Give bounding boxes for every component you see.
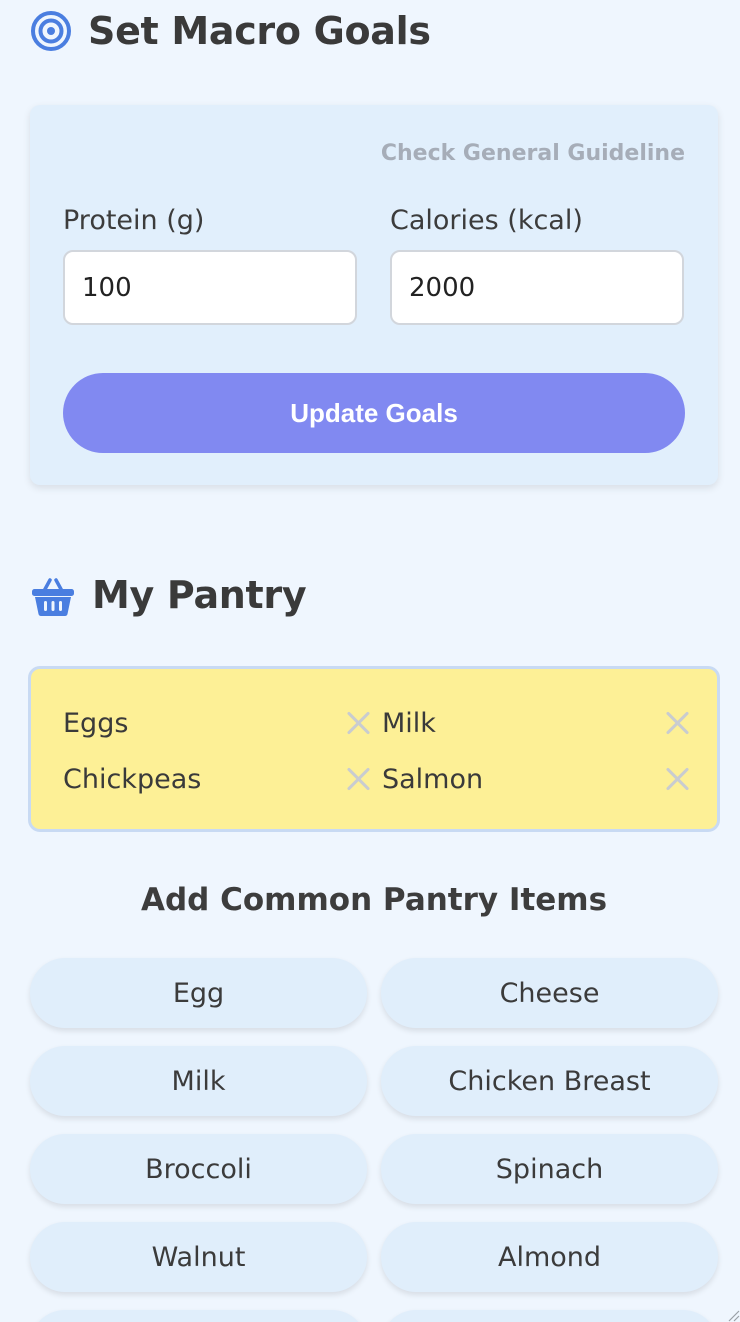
pantry-item: Chickpeas (63, 759, 373, 799)
protein-input[interactable] (63, 250, 357, 325)
pantry-item-name: Salmon (382, 763, 484, 795)
pantry-item-name: Chickpeas (63, 763, 202, 795)
pantry-item: Salmon (382, 759, 692, 799)
calories-label: Calories (kcal) (390, 205, 583, 236)
pantry-item-name: Milk (382, 707, 436, 739)
pantry-title: My Pantry (92, 573, 307, 617)
remove-eggs-icon[interactable] (345, 709, 373, 737)
add-spinach-button[interactable]: Spinach (381, 1134, 718, 1204)
resize-grip-icon[interactable] (726, 1308, 740, 1322)
check-guideline-link[interactable]: Check General Guideline (381, 141, 685, 166)
calories-input[interactable] (390, 250, 684, 325)
pantry-list: Eggs Milk Chickpeas Salmon (28, 666, 720, 832)
remove-salmon-icon[interactable] (664, 765, 692, 793)
update-goals-button[interactable]: Update Goals (63, 373, 685, 453)
add-milk-button[interactable]: Milk (30, 1046, 367, 1116)
add-item-button-partial[interactable] (381, 1310, 718, 1322)
add-egg-button[interactable]: Egg (30, 958, 367, 1028)
remove-chickpeas-icon[interactable] (345, 765, 373, 793)
basket-icon (32, 578, 74, 616)
macro-goals-card: Check General Guideline Protein (g) Calo… (30, 105, 718, 485)
page-title: Set Macro Goals (88, 9, 431, 53)
add-cheese-button[interactable]: Cheese (381, 958, 718, 1028)
pantry-item-name: Eggs (63, 707, 129, 739)
add-item-button-partial[interactable] (30, 1310, 367, 1322)
pantry-header: My Pantry (30, 568, 307, 622)
remove-milk-icon[interactable] (664, 709, 692, 737)
protein-label: Protein (g) (63, 205, 205, 236)
target-icon (31, 11, 71, 51)
pantry-item: Milk (382, 703, 692, 743)
common-items-title: Add Common Pantry Items (140, 882, 608, 918)
macro-goals-header: Set Macro Goals (30, 6, 431, 56)
add-almond-button[interactable]: Almond (381, 1222, 718, 1292)
add-walnut-button[interactable]: Walnut (30, 1222, 367, 1292)
pantry-item: Eggs (63, 703, 373, 743)
add-broccoli-button[interactable]: Broccoli (30, 1134, 367, 1204)
add-chicken-breast-button[interactable]: Chicken Breast (381, 1046, 718, 1116)
